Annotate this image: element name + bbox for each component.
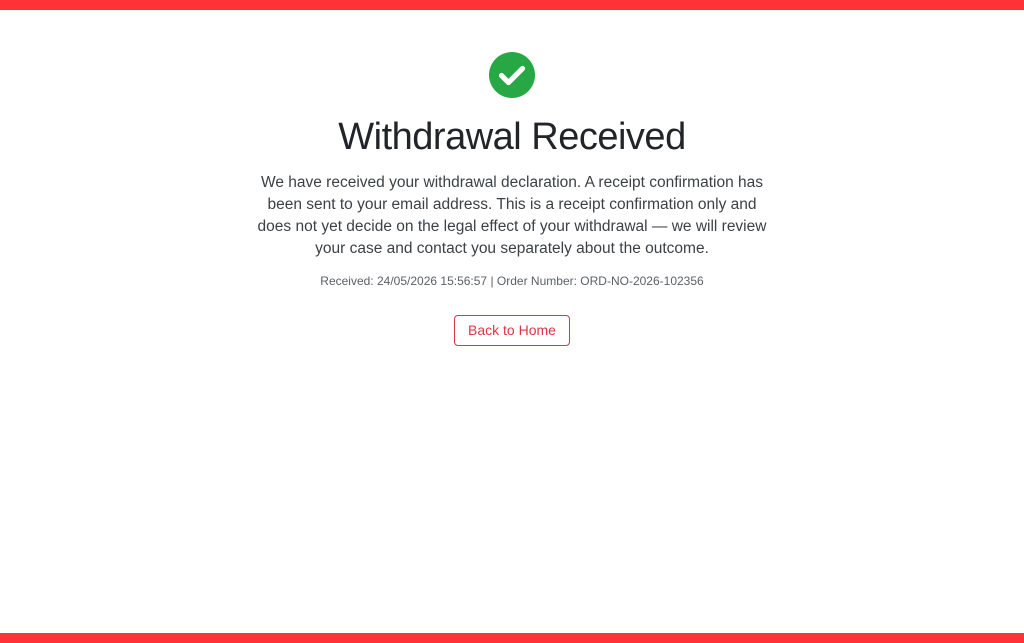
page-title: Withdrawal Received [338,116,686,158]
order-number-label: Order Number: [496,274,577,288]
confirmation-message: We have received your withdrawal declara… [257,174,767,257]
bottom-accent-bar [0,633,1024,643]
order-number-value: ORD-NO-2026-102356 [580,274,704,288]
check-circle-icon [489,52,535,98]
back-to-home-button[interactable]: Back to Home [454,315,570,346]
submission-details: Received: 24/05/2026 15:56:57 | Order Nu… [320,273,703,289]
received-label: Received: [320,274,374,288]
top-accent-bar [0,0,1024,10]
meta-separator: | [490,274,494,288]
confirmation-panel: Withdrawal Received We have received you… [0,52,1024,346]
received-timestamp: 24/05/2026 15:56:57 [377,274,488,288]
